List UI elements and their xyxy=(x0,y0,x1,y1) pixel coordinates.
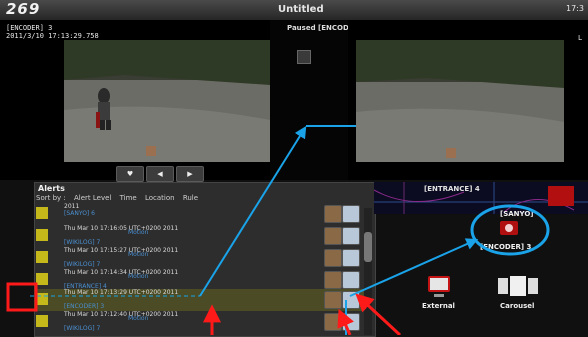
alert-level-icon xyxy=(36,251,48,263)
alert-row[interactable]: Thu Mar 10 17:16:05 UTC+0200 2011 [WIKIL… xyxy=(34,225,364,247)
alert-time: Thu Mar 10 17:16:05 UTC+0200 2011 xyxy=(64,225,179,232)
alerts-title: Alerts xyxy=(38,184,65,193)
video-clip-icon[interactable] xyxy=(342,291,360,309)
alert-source: [WIKILOG] 7 xyxy=(64,325,101,332)
sort-rule[interactable]: Rule xyxy=(183,194,198,202)
camera-feed-driveway-empty xyxy=(356,40,564,162)
sort-bar: Sort by : Alert Level Time Location Rule xyxy=(36,194,204,202)
video-clip-icon[interactable] xyxy=(342,249,360,267)
snapshot-icon[interactable] xyxy=(324,249,342,267)
alerts-scrollbar-thumb[interactable] xyxy=(364,232,372,262)
camera-overlay-timestamp: 2011/3/10 17:13:29.758 xyxy=(6,32,99,40)
alert-row[interactable]: Thu Mar 10 17:14:34 UTC+0200 2011 [ENTRA… xyxy=(34,269,364,291)
next-icon[interactable]: ▶ xyxy=(176,166,204,182)
sanyo-label: [SANYO] xyxy=(500,210,534,218)
alert-type: Motion xyxy=(128,273,149,280)
alert-source: [SANYO] 6 xyxy=(64,210,95,217)
video-clip-icon[interactable] xyxy=(342,313,360,331)
alert-row[interactable]: Thu Mar 10 17:15:27 UTC+0200 2011 [WIKIL… xyxy=(34,247,364,269)
encoder-label: [ENCODER] 3 xyxy=(480,243,532,251)
external-label: External xyxy=(422,302,455,310)
window-title: Untitled xyxy=(278,4,324,15)
alerts-scrollbar[interactable] xyxy=(364,208,372,335)
alert-row-selected[interactable]: Thu Mar 10 17:13:29 UTC+0200 2011 [ENCOD… xyxy=(34,289,364,311)
prev-icon[interactable]: ◀ xyxy=(146,166,174,182)
map-entrance-label: [ENTRANCE] 4 xyxy=(424,185,480,193)
camera-pane-middle[interactable] xyxy=(270,20,348,180)
alert-level-icon xyxy=(36,229,48,241)
snapshot-icon[interactable] xyxy=(324,313,342,331)
sort-time[interactable]: Time xyxy=(120,194,137,202)
alert-type: Motion xyxy=(128,315,149,322)
alert-row[interactable]: Thu Mar 10 17:12:40 UTC+0200 2011 [WIKIL… xyxy=(34,311,364,333)
clock: 17:3 xyxy=(566,4,584,13)
alert-time: Thu Mar 10 17:14:34 UTC+0200 2011 xyxy=(64,269,179,276)
alert-row[interactable]: 2011 [SANYO] 6 xyxy=(34,203,364,225)
snapshot-icon[interactable] xyxy=(324,271,342,289)
alert-type: Motion xyxy=(128,251,149,258)
alert-source: [WIKILOG] 7 xyxy=(64,239,101,246)
map-camera-icon[interactable] xyxy=(548,186,574,206)
alert-time: Thu Mar 10 17:13:29 UTC+0200 2011 xyxy=(64,289,179,296)
annotation-box-red xyxy=(6,282,38,312)
alert-level-icon xyxy=(36,315,48,327)
snapshot-icon[interactable] xyxy=(324,291,342,309)
alert-time: 2011 xyxy=(64,203,80,210)
video-clip-icon[interactable] xyxy=(342,205,360,223)
sort-by-label: Sort by : xyxy=(36,194,66,202)
carousel-label: Carousel xyxy=(500,302,535,310)
snapshot-icon[interactable] xyxy=(324,205,342,223)
camera-overlay-label: [ENCODER] 3 xyxy=(6,24,53,32)
app-logo: 269 xyxy=(6,0,41,18)
sort-alert-level[interactable]: Alert Level xyxy=(74,194,111,202)
alert-level-icon xyxy=(36,207,48,219)
camera-feed-driveway xyxy=(64,40,270,162)
alert-source: [ENCODER] 3 xyxy=(64,303,105,310)
external-button[interactable]: External xyxy=(420,272,464,318)
video-clip-icon[interactable] xyxy=(342,271,360,289)
snapshot-icon[interactable] xyxy=(324,227,342,245)
carousel-button[interactable]: Carousel xyxy=(494,272,542,318)
alert-time: Thu Mar 10 17:15:27 UTC+0200 2011 xyxy=(64,247,179,254)
alert-level-icon xyxy=(36,273,48,285)
alert-source: [WIKILOG] 7 xyxy=(64,261,101,268)
heart-icon[interactable]: ♥ xyxy=(116,166,144,182)
external-display-icon xyxy=(428,276,450,297)
carousel-icon xyxy=(498,276,538,296)
image-placeholder-icon xyxy=(297,50,311,64)
alert-type: Motion xyxy=(128,229,149,236)
sort-location[interactable]: Location xyxy=(145,194,175,202)
alert-time: Thu Mar 10 17:12:40 UTC+0200 2011 xyxy=(64,311,179,318)
playback-controls: ♥ ◀ ▶ xyxy=(116,166,206,182)
video-clip-icon[interactable] xyxy=(342,227,360,245)
camera-right-overlay: L xyxy=(578,34,583,42)
alert-level-icon xyxy=(36,293,48,305)
